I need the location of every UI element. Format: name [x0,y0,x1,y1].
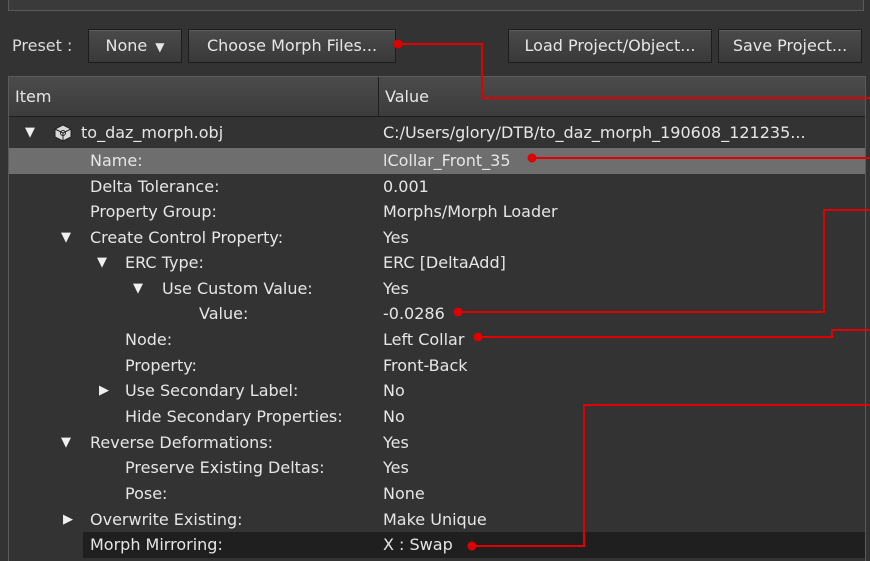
item-label: Use Secondary Label: [125,381,299,400]
item-label: Use Custom Value: [162,279,313,298]
item-label: Property Group: [90,202,217,221]
item-label: Create Control Property: [90,228,284,247]
collapse-arrow-icon[interactable]: ▼ [61,430,71,456]
tree-row-use-custom-value[interactable]: ▼ Use Custom Value: Yes [9,276,865,302]
object-cube-icon [54,124,72,142]
tree-row-reverse-deformations[interactable]: ▼ Reverse Deformations: Yes [9,430,865,456]
item-label: Pose: [125,484,168,503]
item-label: Node: [125,330,173,349]
preset-dropdown[interactable]: None ▼ [88,29,182,63]
item-value[interactable]: Yes [383,430,409,456]
column-header-value[interactable]: Value [379,77,865,117]
tree-row-hide-secondary-properties[interactable]: Hide Secondary Properties: No [9,404,865,430]
item-value[interactable]: ERC [DeltaAdd] [383,250,506,276]
save-project-button[interactable]: Save Project... [718,29,862,63]
item-label: Property: [125,356,197,375]
item-label: Name: [90,151,143,170]
item-value[interactable]: No [383,378,405,404]
item-value[interactable]: None [383,481,425,507]
tree-row-morph-mirroring[interactable]: Morph Mirroring: X : Swap [83,532,865,558]
load-project-button[interactable]: Load Project/Object... [508,29,712,63]
tree-row-preserve-existing-deltas[interactable]: Preserve Existing Deltas: Yes [9,455,865,481]
collapse-arrow-icon[interactable]: ▼ [97,250,107,276]
item-value[interactable]: Left Collar [383,327,464,353]
top-panel-edge [8,0,864,11]
item-label: to_daz_morph.obj [81,123,224,142]
expand-arrow-icon[interactable]: ▶ [99,378,109,404]
item-label: Value: [199,304,249,323]
item-value[interactable]: lCollar_Front_35 [383,148,511,174]
item-value[interactable]: No [383,404,405,430]
item-label: Preserve Existing Deltas: [125,458,325,477]
item-value[interactable]: X : Swap [383,532,453,558]
item-value[interactable]: Yes [383,455,409,481]
toolbar: Preset : None ▼ Choose Morph Files... Loa… [0,26,870,68]
preset-label: Preset : [12,36,73,55]
item-value: C:/Users/glory/DTB/to_daz_morph_190608_1… [383,123,806,142]
collapse-arrow-icon[interactable]: ▼ [25,120,35,146]
item-label: Overwrite Existing: [90,510,243,529]
tree-row-pose[interactable]: Pose: None [9,481,865,507]
tree-row-property-group[interactable]: Property Group: Morphs/Morph Loader [9,199,865,225]
expand-arrow-icon[interactable]: ▶ [63,507,73,533]
item-value[interactable]: Yes [383,225,409,251]
tree-row-create-control-property[interactable]: ▼ Create Control Property: Yes [9,225,865,251]
item-label: Morph Mirroring: [90,535,223,554]
item-value[interactable]: -0.0286 [383,301,445,327]
tree-row-property[interactable]: Property: Front-Back [9,353,865,379]
tree-row-name[interactable]: Name: lCollar_Front_35 [9,148,865,174]
item-value[interactable]: Yes [383,276,409,302]
property-table: Item Value ▼ to_daz_morph.obj C:/Users/g… [8,76,866,561]
dropdown-arrow-icon: ▼ [155,40,165,54]
item-label: ERC Type: [125,253,204,272]
collapse-arrow-icon[interactable]: ▼ [61,225,71,251]
item-value[interactable]: Make Unique [383,507,487,533]
item-value[interactable]: Morphs/Morph Loader [383,199,558,225]
item-label: Reverse Deformations: [90,433,274,452]
tree-row-node[interactable]: Node: Left Collar [9,327,865,353]
item-value[interactable]: 0.001 [383,174,429,200]
collapse-arrow-icon[interactable]: ▼ [133,276,143,302]
column-header-item[interactable]: Item [9,77,379,117]
tree-row-value[interactable]: Value: -0.0286 [9,301,865,327]
preset-value: None [105,36,148,55]
tree-row-use-secondary-label[interactable]: ▶ Use Secondary Label: No [9,378,865,404]
tree-row-object[interactable]: ▼ to_daz_morph.obj C:/Users/glory/DTB/to… [9,120,865,146]
item-label: Hide Secondary Properties: [125,407,343,426]
choose-morph-files-button[interactable]: Choose Morph Files... [188,29,396,63]
tree-row-erc-type[interactable]: ▼ ERC Type: ERC [DeltaAdd] [9,250,865,276]
tree-row-overwrite-existing[interactable]: ▶ Overwrite Existing: Make Unique [9,507,865,533]
tree-row-delta-tolerance[interactable]: Delta Tolerance: 0.001 [9,174,865,200]
item-value[interactable]: Front-Back [383,353,468,379]
item-label: Delta Tolerance: [90,177,220,196]
